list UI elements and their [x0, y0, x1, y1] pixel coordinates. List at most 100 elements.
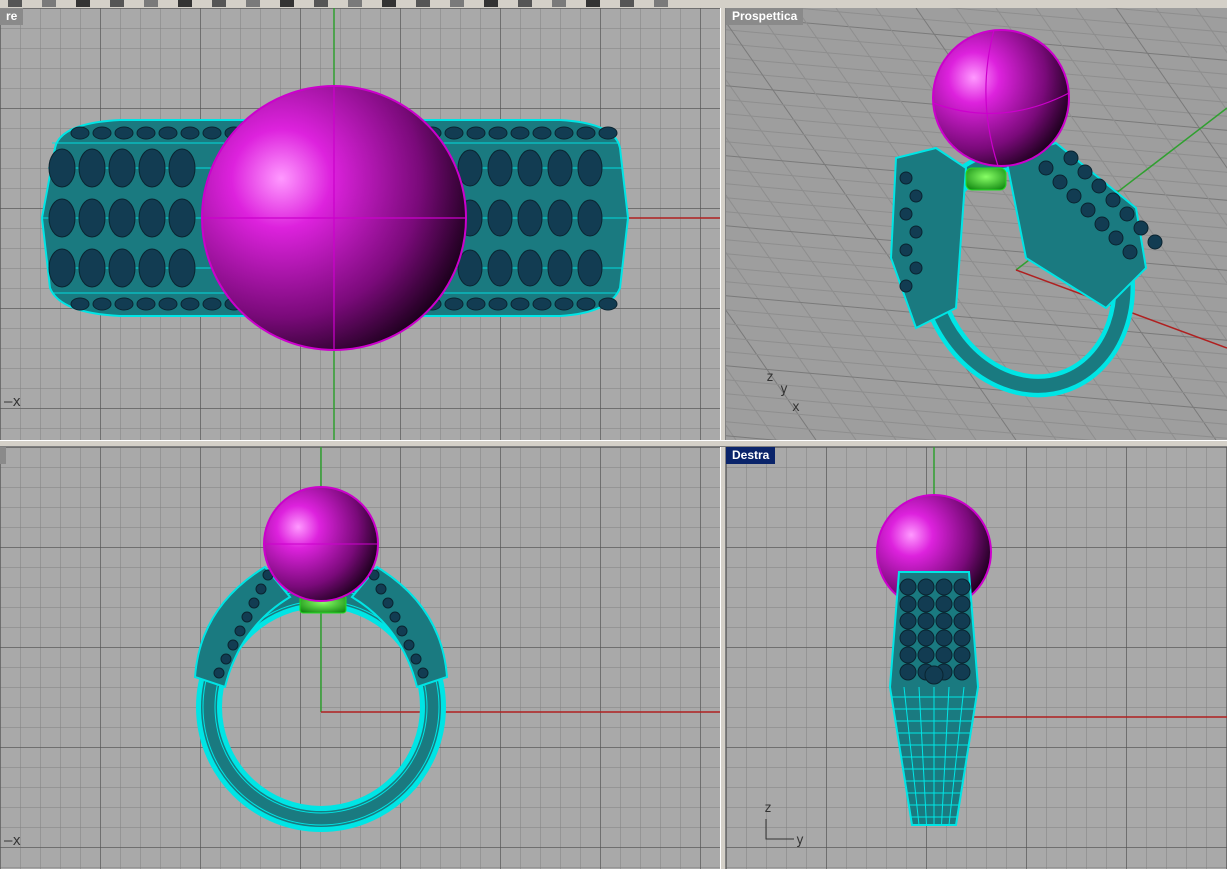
ring-right-view	[876, 447, 1227, 826]
gem	[517, 249, 543, 287]
gem	[1077, 164, 1093, 180]
gem	[532, 297, 552, 311]
gem	[92, 297, 112, 311]
cut-icon[interactable]	[178, 0, 192, 7]
open-icon[interactable]	[8, 0, 22, 7]
gem	[488, 126, 508, 140]
viewport-title[interactable]: Destra	[726, 447, 776, 464]
gem	[924, 665, 944, 685]
gem	[935, 629, 953, 647]
viewport-title[interactable]: re	[0, 8, 24, 25]
gem	[547, 199, 573, 237]
rotate-icon[interactable]	[314, 0, 328, 7]
gem	[138, 198, 166, 238]
axis-x-label: ―x	[4, 833, 21, 849]
print-icon[interactable]	[76, 0, 90, 7]
properties-icon[interactable]	[518, 0, 532, 7]
pan-icon[interactable]	[280, 0, 294, 7]
help-icon[interactable]	[654, 0, 668, 7]
gem	[899, 612, 917, 630]
viewport-title[interactable]	[0, 447, 6, 464]
gem	[577, 249, 603, 287]
gem	[241, 611, 253, 623]
gem	[935, 646, 953, 664]
gem	[78, 148, 106, 188]
gem	[396, 625, 408, 637]
gem	[899, 279, 913, 293]
gem	[1133, 220, 1149, 236]
gem	[1080, 202, 1096, 218]
axis-z-label: z	[766, 370, 774, 385]
viewport-title[interactable]: Prospettica	[726, 8, 804, 25]
ring-perspective-view	[889, 29, 1227, 398]
zoom-extents-icon[interactable]	[416, 0, 430, 7]
viewport-splitter-vertical[interactable]	[720, 8, 726, 869]
axis-x-label: x	[792, 400, 800, 415]
gem	[403, 639, 415, 651]
gem	[953, 629, 971, 647]
axis-y-label: y	[780, 382, 788, 397]
gem	[487, 149, 513, 187]
viewport-perspective[interactable]: Prospettica z y x	[726, 8, 1227, 440]
viewport-front[interactable]: ―x	[0, 447, 720, 869]
gem	[382, 597, 394, 609]
gem	[547, 149, 573, 187]
gem	[899, 646, 917, 664]
gem	[213, 667, 225, 679]
gem	[510, 297, 530, 311]
zoom-icon[interactable]	[348, 0, 362, 7]
viewport-right[interactable]: Destra z y	[726, 447, 1227, 869]
render-icon[interactable]	[552, 0, 566, 7]
gem	[598, 126, 618, 140]
gem	[410, 653, 422, 665]
viewport-top[interactable]: re ―x	[0, 8, 720, 440]
gem	[517, 149, 543, 187]
gem	[488, 297, 508, 311]
gem	[935, 612, 953, 630]
gem	[953, 663, 971, 681]
axis-gizmo	[765, 819, 794, 840]
gem	[78, 198, 106, 238]
zoom-window-icon[interactable]	[382, 0, 396, 7]
gem	[108, 148, 136, 188]
gem	[70, 126, 90, 140]
gem	[1108, 230, 1124, 246]
paste-icon[interactable]	[246, 0, 260, 7]
shade-icon[interactable]	[586, 0, 600, 7]
gem	[953, 578, 971, 596]
gem	[899, 595, 917, 613]
gem	[554, 297, 574, 311]
gem	[917, 629, 935, 647]
gem	[899, 629, 917, 647]
gem	[114, 126, 134, 140]
axis-y-label: y	[796, 833, 804, 848]
select-icon[interactable]	[450, 0, 464, 7]
gem	[466, 126, 486, 140]
gem	[1094, 216, 1110, 232]
viewport-splitter-horizontal[interactable]	[0, 440, 1227, 447]
gem	[487, 249, 513, 287]
gem	[108, 198, 136, 238]
gem	[48, 198, 76, 238]
redo-icon[interactable]	[144, 0, 158, 7]
gem	[917, 595, 935, 613]
gem	[510, 126, 530, 140]
ring-top-view	[40, 8, 720, 440]
copy-icon[interactable]	[212, 0, 226, 7]
gem	[917, 578, 935, 596]
gem	[180, 126, 200, 140]
gem	[255, 583, 267, 595]
gem	[108, 248, 136, 288]
undo-icon[interactable]	[110, 0, 124, 7]
gem	[375, 583, 387, 595]
save-icon[interactable]	[42, 0, 56, 7]
layer-icon[interactable]	[484, 0, 498, 7]
gem	[1122, 244, 1138, 260]
osnap-icon[interactable]	[620, 0, 634, 7]
gem	[576, 126, 596, 140]
gem	[899, 171, 913, 185]
gem	[935, 578, 953, 596]
gem	[78, 248, 106, 288]
gem	[138, 248, 166, 288]
gem	[248, 597, 260, 609]
